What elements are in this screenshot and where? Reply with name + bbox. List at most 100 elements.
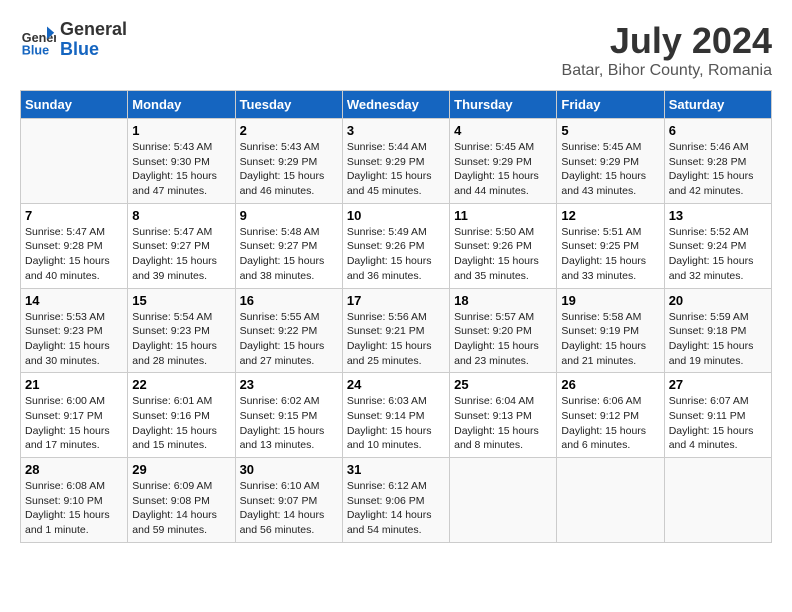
day-info: Sunrise: 5:51 AMSunset: 9:25 PMDaylight:… [561,225,659,284]
calendar-cell: 28 Sunrise: 6:08 AMSunset: 9:10 PMDayligh… [21,458,128,543]
day-number: 26 [561,377,659,392]
col-header-thursday: Thursday [450,91,557,119]
day-info: Sunrise: 5:43 AMSunset: 9:29 PMDaylight:… [240,140,338,199]
calendar-cell: 23Sunrise: 6:02 AMSunset: 9:15 PMDayligh… [235,373,342,458]
day-number: 2 [240,123,338,138]
calendar-cell: 9 Sunrise: 5:48 AMSunset: 9:27 PMDaylight… [235,203,342,288]
day-number: 14 [25,293,123,308]
logo-text: General Blue [60,20,127,60]
page-title: July 2024 [562,20,772,62]
calendar-cell: 2 Sunrise: 5:43 AMSunset: 9:29 PMDaylight… [235,119,342,204]
calendar-cell [21,119,128,204]
calendar-cell: 20 Sunrise: 5:59 AMSunset: 9:18 PMDayligh… [664,288,771,373]
calendar-cell: 26 Sunrise: 6:06 AMSunset: 9:12 PMDayligh… [557,373,664,458]
calendar-cell: 17 Sunrise: 5:56 AMSunset: 9:21 PMDayligh… [342,288,449,373]
calendar-cell [557,458,664,543]
page-subtitle: Batar, Bihor County, Romania [562,62,772,80]
day-info: Sunrise: 5:53 AMSunset: 9:23 PMDaylight:… [25,310,123,369]
calendar-cell: 10Sunrise: 5:49 AMSunset: 9:26 PMDayligh… [342,203,449,288]
calendar-cell: 7 Sunrise: 5:47 AMSunset: 9:28 PMDaylight… [21,203,128,288]
day-number: 12 [561,208,659,223]
calendar-cell: 22 Sunrise: 6:01 AMSunset: 9:16 PMDayligh… [128,373,235,458]
day-number: 6 [669,123,767,138]
calendar-cell: 4Sunrise: 5:45 AMSunset: 9:29 PMDaylight… [450,119,557,204]
day-info: Sunrise: 6:10 AMSunset: 9:07 PMDaylight:… [240,479,338,538]
day-number: 1 [132,123,230,138]
day-info: Sunrise: 6:04 AMSunset: 9:13 PMDaylight:… [454,394,552,453]
day-info: Sunrise: 6:00 AMSunset: 9:17 PMDaylight:… [25,394,123,453]
calendar-cell: 24Sunrise: 6:03 AMSunset: 9:14 PMDayligh… [342,373,449,458]
day-info: Sunrise: 6:07 AMSunset: 9:11 PMDaylight:… [669,394,767,453]
calendar-cell: 8Sunrise: 5:47 AMSunset: 9:27 PMDaylight… [128,203,235,288]
day-number: 16 [240,293,338,308]
day-info: Sunrise: 5:54 AMSunset: 9:23 PMDaylight:… [132,310,230,369]
page-header: General Blue General Blue July 2024 Bata… [20,20,772,80]
day-info: Sunrise: 5:48 AMSunset: 9:27 PMDaylight:… [240,225,338,284]
calendar-cell: 16Sunrise: 5:55 AMSunset: 9:22 PMDayligh… [235,288,342,373]
calendar-cell: 14 Sunrise: 5:53 AMSunset: 9:23 PMDayligh… [21,288,128,373]
day-info: Sunrise: 5:45 AMSunset: 9:29 PMDaylight:… [561,140,659,199]
calendar-cell: 18 Sunrise: 5:57 AMSunset: 9:20 PMDayligh… [450,288,557,373]
day-number: 3 [347,123,445,138]
calendar-cell: 21 Sunrise: 6:00 AMSunset: 9:17 PMDayligh… [21,373,128,458]
day-number: 22 [132,377,230,392]
calendar-cell: 31 Sunrise: 6:12 AMSunset: 9:06 PMDayligh… [342,458,449,543]
day-info: Sunrise: 5:56 AMSunset: 9:21 PMDaylight:… [347,310,445,369]
calendar-cell: 27Sunrise: 6:07 AMSunset: 9:11 PMDayligh… [664,373,771,458]
day-info: Sunrise: 6:12 AMSunset: 9:06 PMDaylight:… [347,479,445,538]
day-info: Sunrise: 5:52 AMSunset: 9:24 PMDaylight:… [669,225,767,284]
day-number: 31 [347,462,445,477]
calendar-week-row: 7 Sunrise: 5:47 AMSunset: 9:28 PMDaylight… [21,203,772,288]
day-info: Sunrise: 5:47 AMSunset: 9:28 PMDaylight:… [25,225,123,284]
day-number: 9 [240,208,338,223]
calendar-week-row: 14 Sunrise: 5:53 AMSunset: 9:23 PMDayligh… [21,288,772,373]
col-header-sunday: Sunday [21,91,128,119]
col-header-saturday: Saturday [664,91,771,119]
calendar-cell: 30Sunrise: 6:10 AMSunset: 9:07 PMDayligh… [235,458,342,543]
logo-line1: General [60,20,127,40]
day-number: 4 [454,123,552,138]
day-info: Sunrise: 5:59 AMSunset: 9:18 PMDaylight:… [669,310,767,369]
day-info: Sunrise: 5:58 AMSunset: 9:19 PMDaylight:… [561,310,659,369]
calendar-week-row: 28 Sunrise: 6:08 AMSunset: 9:10 PMDayligh… [21,458,772,543]
day-info: Sunrise: 5:43 AMSunset: 9:30 PMDaylight:… [132,140,230,199]
day-info: Sunrise: 5:50 AMSunset: 9:26 PMDaylight:… [454,225,552,284]
calendar-cell [664,458,771,543]
day-number: 20 [669,293,767,308]
day-number: 17 [347,293,445,308]
calendar-week-row: 1 Sunrise: 5:43 AMSunset: 9:30 PMDaylight… [21,119,772,204]
col-header-tuesday: Tuesday [235,91,342,119]
calendar-cell [450,458,557,543]
day-number: 11 [454,208,552,223]
calendar-cell: 19 Sunrise: 5:58 AMSunset: 9:19 PMDayligh… [557,288,664,373]
calendar-cell: 12 Sunrise: 5:51 AMSunset: 9:25 PMDayligh… [557,203,664,288]
calendar-cell: 29Sunrise: 6:09 AMSunset: 9:08 PMDayligh… [128,458,235,543]
day-info: Sunrise: 6:06 AMSunset: 9:12 PMDaylight:… [561,394,659,453]
day-number: 7 [25,208,123,223]
day-info: Sunrise: 6:08 AMSunset: 9:10 PMDaylight:… [25,479,123,538]
day-number: 29 [132,462,230,477]
calendar-header-row: SundayMondayTuesdayWednesdayThursdayFrid… [21,91,772,119]
day-info: Sunrise: 5:57 AMSunset: 9:20 PMDaylight:… [454,310,552,369]
day-number: 13 [669,208,767,223]
day-number: 19 [561,293,659,308]
day-info: Sunrise: 5:46 AMSunset: 9:28 PMDaylight:… [669,140,767,199]
calendar-cell: 3 Sunrise: 5:44 AMSunset: 9:29 PMDaylight… [342,119,449,204]
day-number: 10 [347,208,445,223]
day-info: Sunrise: 5:44 AMSunset: 9:29 PMDaylight:… [347,140,445,199]
calendar-cell: 6 Sunrise: 5:46 AMSunset: 9:28 PMDaylight… [664,119,771,204]
day-number: 21 [25,377,123,392]
day-number: 18 [454,293,552,308]
day-number: 15 [132,293,230,308]
col-header-wednesday: Wednesday [342,91,449,119]
calendar-table: SundayMondayTuesdayWednesdayThursdayFrid… [20,90,772,543]
calendar-cell: 15 Sunrise: 5:54 AMSunset: 9:23 PMDayligh… [128,288,235,373]
day-number: 23 [240,377,338,392]
logo-line2: Blue [60,40,127,60]
logo-icon: General Blue [20,22,56,58]
day-number: 24 [347,377,445,392]
day-number: 25 [454,377,552,392]
day-info: Sunrise: 6:01 AMSunset: 9:16 PMDaylight:… [132,394,230,453]
day-number: 5 [561,123,659,138]
day-number: 28 [25,462,123,477]
